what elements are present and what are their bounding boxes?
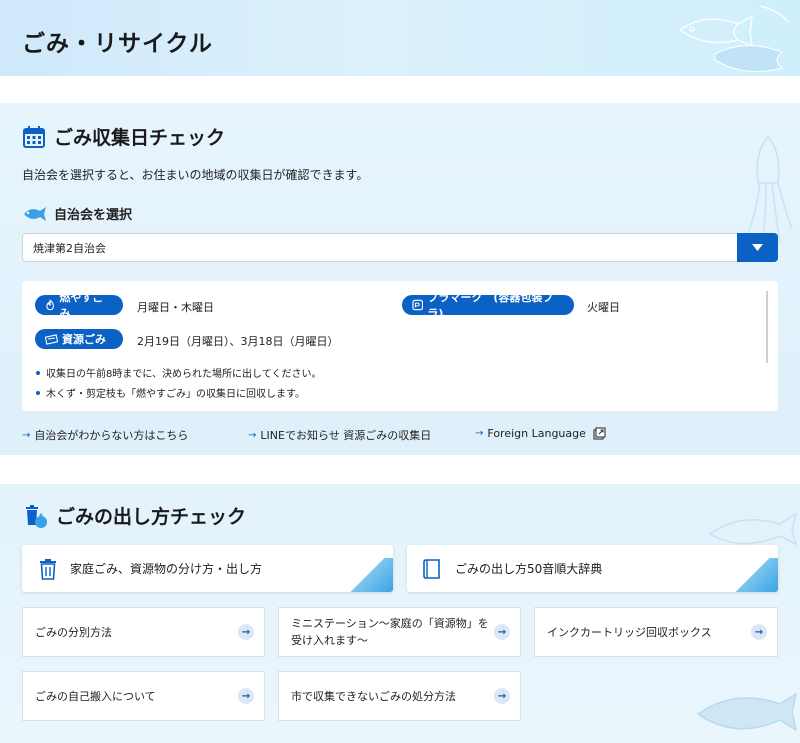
book-icon: [423, 558, 440, 579]
select-association-heading: 自治会を選択: [22, 204, 132, 223]
ink-cartridge-label: インクカートリッジ回収ボックス: [547, 625, 712, 639]
mini-station-label-line1: ミニステーション〜家庭の「資源物」を: [291, 617, 489, 630]
schedule-note-text: 収集日の午前8時までに、決められた場所に出してください。: [46, 369, 322, 380]
page-header: ごみ・リサイクル: [0, 0, 800, 76]
line-notification-link-label: LINEでお知らせ 資源ごみの収集日: [260, 429, 432, 442]
plastic-mark-label: プラマーク (容器包装プラ): [427, 291, 554, 320]
line-notification-link[interactable]: → LINEでお知らせ 資源ごみの収集日: [248, 427, 431, 443]
resource-waste-label: 資源ごみ: [62, 333, 106, 346]
bullet-icon: [36, 370, 40, 375]
sorting-method-label: ごみの分別方法: [35, 625, 112, 639]
mini-station-label: ミニステーション〜家庭の「資源物」を 受け入れます〜: [279, 615, 494, 649]
calendar-icon: [23, 125, 45, 148]
ink-cartridge-link[interactable]: インクカートリッジ回収ボックス →: [534, 607, 778, 657]
select-dropdown-button[interactable]: [737, 233, 778, 262]
sorting-method-link[interactable]: ごみの分別方法 →: [22, 607, 265, 657]
chevron-down-icon: [752, 244, 763, 251]
dictionary-card[interactable]: ごみの出し方50音順大辞典: [407, 545, 778, 592]
select-association-label: 自治会を選択: [54, 208, 133, 223]
collection-day-section: ごみ収集日チェック 自治会を選択すると、お住まいの地域の収集日が確認できます。 …: [0, 103, 800, 455]
schedule-note-text: 木くず・剪定枝も「燃やすごみ」の収集日に回収します。: [46, 389, 305, 400]
unknown-association-link-label: 自治会がわからない方はこちら: [34, 429, 189, 442]
self-delivery-label: ごみの自己搬入について: [35, 689, 156, 703]
collection-day-heading: ごみ収集日チェック: [22, 123, 225, 150]
arrow-right-icon: →: [494, 688, 510, 704]
disposal-method-title: ごみの出し方チェック: [56, 506, 247, 528]
page-title: ごみ・リサイクル: [22, 31, 213, 57]
collection-day-title: ごみ収集日チェック: [54, 127, 226, 149]
disposal-method-section: ごみの出し方チェック 家庭ごみ、資源物の分け方・出し方 ごみの出し方50音順大辞…: [0, 484, 800, 743]
fish-decoration-icon: [696, 692, 798, 732]
arrow-right-icon: →: [475, 428, 484, 439]
resource-waste-days: 2月19日（月曜日）、3月18日（月曜日）: [137, 335, 339, 348]
recycle-bundle-icon: [45, 333, 58, 345]
card-corner-decoration: [349, 558, 393, 592]
arrow-right-icon: →: [751, 624, 767, 640]
resource-waste-badge: 資源ごみ: [35, 329, 123, 349]
mini-station-link[interactable]: ミニステーション〜家庭の「資源物」を 受け入れます〜 →: [278, 607, 521, 657]
schedule-note: 収集日の午前8時までに、決められた場所に出してください。: [36, 365, 321, 380]
plastic-mark-badge: プラマーク (容器包装プラ): [402, 291, 574, 320]
bullet-icon: [36, 390, 40, 395]
separation-guide-label: 家庭ごみ、資源物の分け方・出し方: [70, 562, 263, 576]
schedule-note: 木くず・剪定枝も「燃やすごみ」の収集日に回収します。: [36, 385, 305, 400]
fish-decoration-icon: [678, 5, 789, 73]
association-select[interactable]: 焼津第2自治会: [22, 233, 778, 262]
trash-bag-icon: [26, 504, 47, 528]
arrow-right-icon: →: [238, 624, 254, 640]
fish-icon: [24, 206, 46, 221]
foreign-language-link[interactable]: → Foreign Language: [475, 427, 606, 440]
dictionary-label: ごみの出し方50音順大辞典: [455, 562, 603, 576]
arrow-right-icon: →: [238, 688, 254, 704]
plastic-mark-icon: [412, 299, 423, 311]
plastic-mark-days: 火曜日: [587, 301, 620, 314]
uncollectable-waste-link[interactable]: 市で収集できないごみの処分方法 →: [278, 671, 521, 721]
burnable-waste-label: 燃やすごみ: [59, 291, 104, 320]
burnable-waste-badge: 燃やすごみ: [35, 291, 123, 320]
schedule-card: 燃やすごみ 月曜日・木曜日 プラマーク (容器包装プラ) 火曜日 資源ごみ 2月…: [22, 281, 778, 411]
flame-icon: [46, 299, 55, 311]
association-select-value: 焼津第2自治会: [33, 241, 106, 255]
burnable-waste-days: 月曜日・木曜日: [137, 301, 214, 314]
arrow-right-icon: →: [494, 624, 510, 640]
disposal-method-heading: ごみの出し方チェック: [22, 502, 246, 529]
arrow-right-icon: →: [248, 429, 257, 441]
collection-day-intro: 自治会を選択すると、お住まいの地域の収集日が確認できます。: [22, 168, 369, 182]
mini-station-label-line2: 受け入れます〜: [291, 634, 368, 647]
uncollectable-waste-label: 市で収集できないごみの処分方法: [291, 689, 456, 703]
trash-can-icon: [40, 558, 56, 580]
foreign-language-link-label: Foreign Language: [487, 427, 586, 440]
separation-guide-card[interactable]: 家庭ごみ、資源物の分け方・出し方: [22, 545, 393, 592]
schedule-scrollbar[interactable]: [766, 291, 768, 363]
card-corner-decoration: [734, 558, 778, 592]
unknown-association-link[interactable]: → 自治会がわからない方はこちら: [22, 427, 188, 443]
self-delivery-link[interactable]: ごみの自己搬入について →: [22, 671, 265, 721]
arrow-right-icon: →: [22, 429, 31, 441]
external-link-icon: [593, 427, 606, 440]
